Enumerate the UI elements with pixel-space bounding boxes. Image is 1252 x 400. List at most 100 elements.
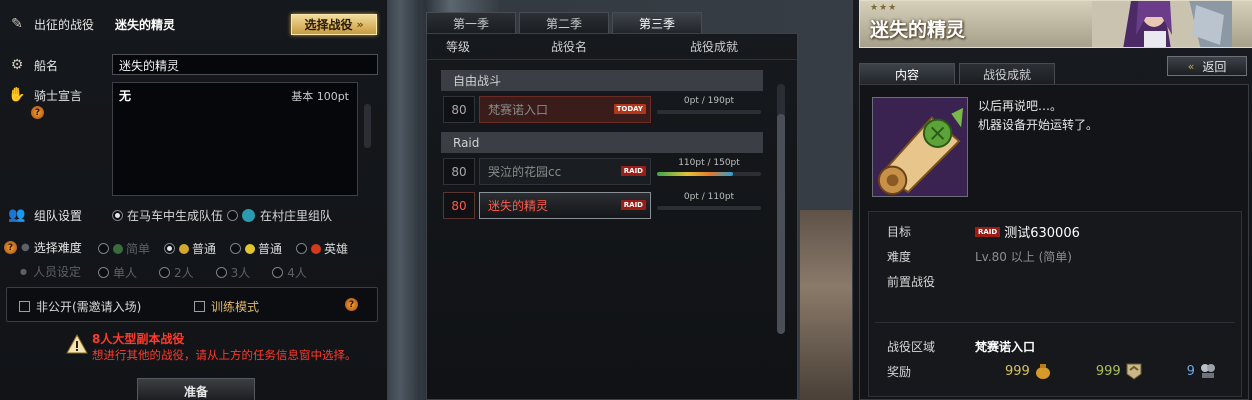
campaign-name: 梵赛诺入口 [488, 103, 549, 117]
training-checkbox[interactable]: 训练模式 [194, 298, 259, 315]
members-3-label: 3人 [230, 266, 251, 280]
reward-exp: 999 [1096, 362, 1143, 380]
campaign-name-cell: 迷失的精灵 RAID [479, 192, 651, 219]
back-button[interactable]: « 返回 [1167, 56, 1247, 76]
house-icon [242, 209, 256, 222]
campaign-value-row: 迷失的精灵 [115, 16, 175, 33]
help-icon[interactable]: ? [345, 298, 358, 311]
difficulty-options: 简单 普通 普通 英雄 [98, 240, 362, 257]
difficulty-easy-label: 简单 [126, 242, 151, 256]
private-help: ? [345, 298, 358, 311]
party-option-wagon-label: 在马车中生成队伍 [127, 209, 224, 223]
members-2[interactable]: 2人 [159, 264, 194, 281]
tab-content[interactable]: 内容 [859, 63, 955, 84]
header-level: 等级 [445, 40, 470, 54]
area-label: 战役区域 [887, 340, 936, 354]
difficulty-hero-label: 英雄 [324, 242, 349, 256]
tab-achievement[interactable]: 战役成就 [959, 63, 1055, 84]
help-icon[interactable]: ? [31, 106, 44, 119]
scroll-item-icon [872, 97, 968, 197]
tab-season-1[interactable]: 第一季 [426, 12, 516, 33]
members-1-label: 单人 [113, 266, 138, 280]
warning-icon [66, 334, 88, 354]
campaign-row-selected[interactable]: 80 迷失的精灵 RAID 0pt / 110pt [443, 192, 761, 219]
party-options: 在马车中生成队伍 在村庄里组队 [112, 207, 346, 224]
campaign-row[interactable]: 80 梵赛诺入口 TODAY 0pt / 190pt [443, 96, 761, 123]
reward-gold-amount: 999 [1005, 363, 1030, 379]
members-3[interactable]: 3人 [215, 264, 251, 281]
campaign-name-cell: 哭泣的花园cc RAID [479, 158, 651, 185]
radio-icon [159, 267, 171, 278]
help-icon[interactable]: ? [4, 241, 17, 254]
bullet-icon: ● [20, 267, 27, 276]
campaign-list-panel: 第一季 第二季 第三季 等级 战役名 战役成就 自由战斗 80 梵赛诺入口 TO… [426, 12, 798, 400]
declare-scrollbar[interactable] [364, 104, 371, 148]
campaign-achievement: 0pt / 110pt [657, 192, 761, 219]
description-line: 以后再说吧…。 [978, 99, 1063, 113]
campaign-level: 80 [443, 96, 475, 123]
difficulty-easy[interactable]: 简单 [98, 240, 150, 257]
achievement-points: 0pt / 190pt [683, 96, 735, 106]
reward-row: 奖励 999 999 9 [887, 362, 1237, 380]
achievement-bar-fill [657, 172, 734, 176]
difficulty-hero[interactable]: 英雄 [296, 240, 348, 257]
knight-declaration-textarea[interactable]: 无 基本 100pt [112, 82, 358, 196]
ship-row: ⚙ 船名 [6, 56, 58, 74]
difficulty-row: 难度 Lv.80 以上 (简单) [887, 248, 1072, 265]
choose-campaign-button[interactable]: 选择战役 » [291, 14, 377, 35]
radio-icon [230, 243, 242, 254]
double-chevron-right-icon: » [356, 18, 364, 31]
campaign-info: 目标 RAID 测试630006 难度 Lv.80 以上 (简单) 前置战役 战… [868, 211, 1242, 397]
members-4[interactable]: 4人 [272, 264, 307, 281]
private-checkbox[interactable]: 非公开(需邀请入场) [19, 298, 141, 315]
ship-name-input[interactable]: 迷失的精灵 [112, 54, 378, 75]
checkbox-icon [19, 301, 30, 312]
members-2-label: 2人 [174, 266, 194, 280]
tab-season-2[interactable]: 第二季 [519, 12, 609, 33]
double-chevron-left-icon: « [1187, 59, 1195, 73]
difficulty-value: Lv.80 以上 (简单) [975, 250, 1072, 264]
campaign-row[interactable]: 80 哭泣的花园cc RAID 110pt / 150pt [443, 158, 761, 185]
difficulty-normal-1[interactable]: 普通 [164, 240, 216, 257]
rank-badge-icon [1126, 363, 1142, 380]
campaign-name: 哭泣的花园cc [488, 165, 562, 179]
ready-button[interactable]: 准备 [137, 378, 255, 400]
tab-season-3[interactable]: 第三季 [612, 12, 702, 33]
normal-face-icon [179, 243, 190, 254]
reward-ap-amount: 9 [1186, 363, 1195, 379]
achievement-bar [657, 110, 761, 114]
difficulty-normal-2[interactable]: 普通 [230, 240, 282, 257]
members-row: ● 人员设定 [20, 263, 81, 280]
party-label: 组队设置 [34, 208, 83, 223]
area-value: 梵赛诺入口 [975, 340, 1036, 354]
easy-face-icon [113, 243, 123, 254]
radio-icon [98, 243, 109, 254]
campaign-list-scrollbar[interactable] [777, 84, 785, 334]
radio-icon [272, 267, 284, 278]
section-raid: Raid [441, 132, 763, 153]
private-options-box: 非公开(需邀请入场) 训练模式 ? [6, 287, 378, 322]
party-option-village[interactable]: 在村庄里组队 [227, 207, 332, 224]
gold-pouch-icon [1035, 364, 1050, 379]
party-option-wagon[interactable]: 在马车中生成队伍 [112, 207, 223, 224]
members-options: 单人 2人 3人 4人 [98, 264, 321, 281]
quill-icon: ✎ [11, 16, 23, 32]
warning-text: 想进行其他的战役，请从上方的任务信息窗中选择。 [92, 348, 357, 362]
achievement-points: 0pt / 110pt [683, 192, 735, 202]
difficulty-label: 难度 [887, 250, 912, 264]
declare-points: 基本 100pt [291, 90, 349, 103]
campaign-description: 以后再说吧…。 机器设备开始运转了。 [978, 97, 1098, 135]
bullet-icon: ● [21, 242, 30, 253]
scrollbar-thumb[interactable] [777, 114, 785, 334]
radio-selected-icon [112, 210, 123, 221]
radio-icon [296, 243, 308, 254]
section-free-battle: 自由战斗 [441, 70, 763, 91]
raid-badge: RAID [620, 166, 646, 176]
members-1[interactable]: 单人 [98, 264, 137, 281]
campaign-list-header: 等级 战役名 战役成就 [427, 34, 797, 60]
members-label: 人员设定 [32, 265, 81, 279]
header-name: 战役名 [550, 40, 587, 54]
back-label: 返回 [1202, 59, 1227, 74]
checkbox-icon [194, 301, 205, 312]
target-label: 目标 [887, 225, 912, 239]
